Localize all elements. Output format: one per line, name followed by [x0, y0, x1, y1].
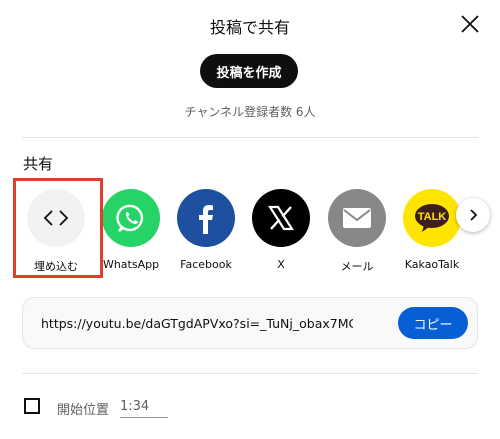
- share-x-label: X: [277, 258, 285, 271]
- dialog-title: 投稿で共有: [209, 18, 290, 37]
- share-mail-label: メール: [340, 260, 374, 273]
- whatsapp-icon: [102, 189, 160, 247]
- share-facebook-label: Facebook: [180, 258, 232, 271]
- embed-highlight-box: [13, 178, 103, 278]
- subscriber-count: チャンネル登録者数 6人: [184, 105, 316, 119]
- divider: [22, 373, 478, 374]
- share-kakaotalk-label: KakaoTalk: [404, 258, 460, 271]
- share-whatsapp-label: WhatsApp: [102, 258, 160, 271]
- divider: [22, 137, 478, 138]
- chevron-right-icon: [470, 209, 478, 221]
- share-mail[interactable]: メール: [322, 189, 392, 274]
- share-section-label: 共有: [23, 155, 54, 173]
- facebook-icon: [177, 189, 235, 247]
- share-next-button[interactable]: [456, 198, 490, 232]
- copy-button[interactable]: コピー: [398, 307, 468, 339]
- share-whatsapp[interactable]: WhatsApp: [96, 189, 166, 271]
- share-kakaotalk[interactable]: TALK KakaoTalk: [397, 189, 467, 271]
- start-at-label: 開始位置: [57, 403, 110, 418]
- create-post-button[interactable]: 投稿を作成: [200, 54, 298, 88]
- kakaotalk-badge: TALK: [418, 211, 447, 223]
- share-facebook[interactable]: Facebook: [171, 189, 241, 271]
- share-x[interactable]: X: [246, 189, 316, 271]
- share-url[interactable]: https://youtu.be/daGTgdAPVxo?si=_TuNj_ob…: [41, 316, 353, 331]
- mail-icon: [328, 189, 386, 247]
- kakaotalk-icon: TALK: [403, 189, 461, 247]
- start-at-time-input[interactable]: 1:34: [120, 399, 168, 418]
- close-button[interactable]: [458, 12, 482, 36]
- x-icon: [252, 189, 310, 247]
- close-icon: [461, 15, 479, 33]
- start-at-checkbox[interactable]: [24, 398, 40, 414]
